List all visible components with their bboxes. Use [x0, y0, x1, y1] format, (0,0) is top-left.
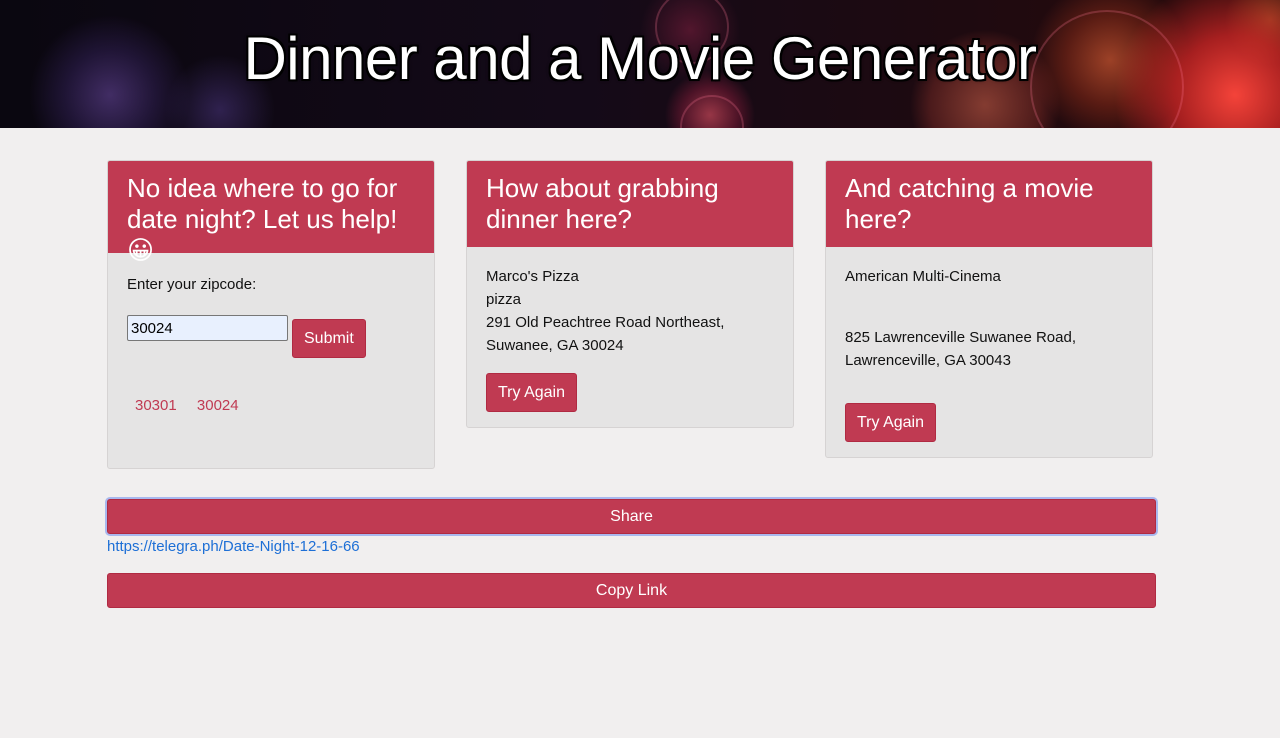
- theater-address-line2: Lawrenceville, GA 30043: [845, 352, 1011, 369]
- bokeh-decoration: [680, 95, 744, 128]
- restaurant-name: Marco's Pizza: [486, 268, 579, 285]
- share-button[interactable]: Share: [107, 499, 1156, 534]
- copy-link-button[interactable]: Copy Link: [107, 573, 1156, 608]
- zipcode-card-body: Enter your zipcode: Submit 30301 30024: [108, 253, 434, 437]
- dinner-card: How about grabbing dinner here? Marco's …: [466, 160, 794, 428]
- zipcode-label: Enter your zipcode:: [127, 276, 257, 293]
- zipcode-card-heading: No idea where to go for date night? Let …: [108, 161, 434, 265]
- recent-zipcode-link[interactable]: 30024: [197, 397, 239, 414]
- restaurant-category: pizza: [486, 291, 522, 308]
- zipcode-form: Submit: [127, 315, 415, 358]
- restaurant-address-line1: 291 Old Peachtree Road Northeast,: [486, 314, 725, 331]
- movie-try-again-button[interactable]: Try Again: [845, 403, 936, 442]
- dinner-try-again-button[interactable]: Try Again: [486, 373, 577, 412]
- movie-card: And catching a movie here? American Mult…: [825, 160, 1153, 458]
- restaurant-address-line2: Suwanee, GA 30024: [486, 337, 624, 354]
- share-link[interactable]: https://telegra.ph/Date-Night-12-16-66: [107, 538, 360, 555]
- zipcode-input[interactable]: [127, 315, 288, 341]
- recent-zipcodes: 30301 30024: [127, 394, 415, 417]
- hero-banner: Dinner and a Movie Generator: [0, 0, 1280, 128]
- movie-card-heading: And catching a movie here?: [826, 161, 1152, 247]
- zipcode-card: No idea where to go for date night? Let …: [107, 160, 435, 469]
- recent-zipcode-link[interactable]: 30301: [135, 397, 177, 414]
- theater-address-line1: 825 Lawrenceville Suwanee Road,: [845, 329, 1076, 346]
- movie-card-body: American Multi-Cinema 825 Lawrenceville …: [826, 247, 1152, 462]
- submit-button[interactable]: Submit: [292, 319, 366, 358]
- dinner-card-heading: How about grabbing dinner here?: [467, 161, 793, 247]
- page-title: Dinner and a Movie Generator: [243, 25, 1037, 92]
- theater-name: American Multi-Cinema: [845, 268, 1001, 285]
- dinner-card-body: Marco's Pizza pizza 291 Old Peachtree Ro…: [467, 247, 793, 432]
